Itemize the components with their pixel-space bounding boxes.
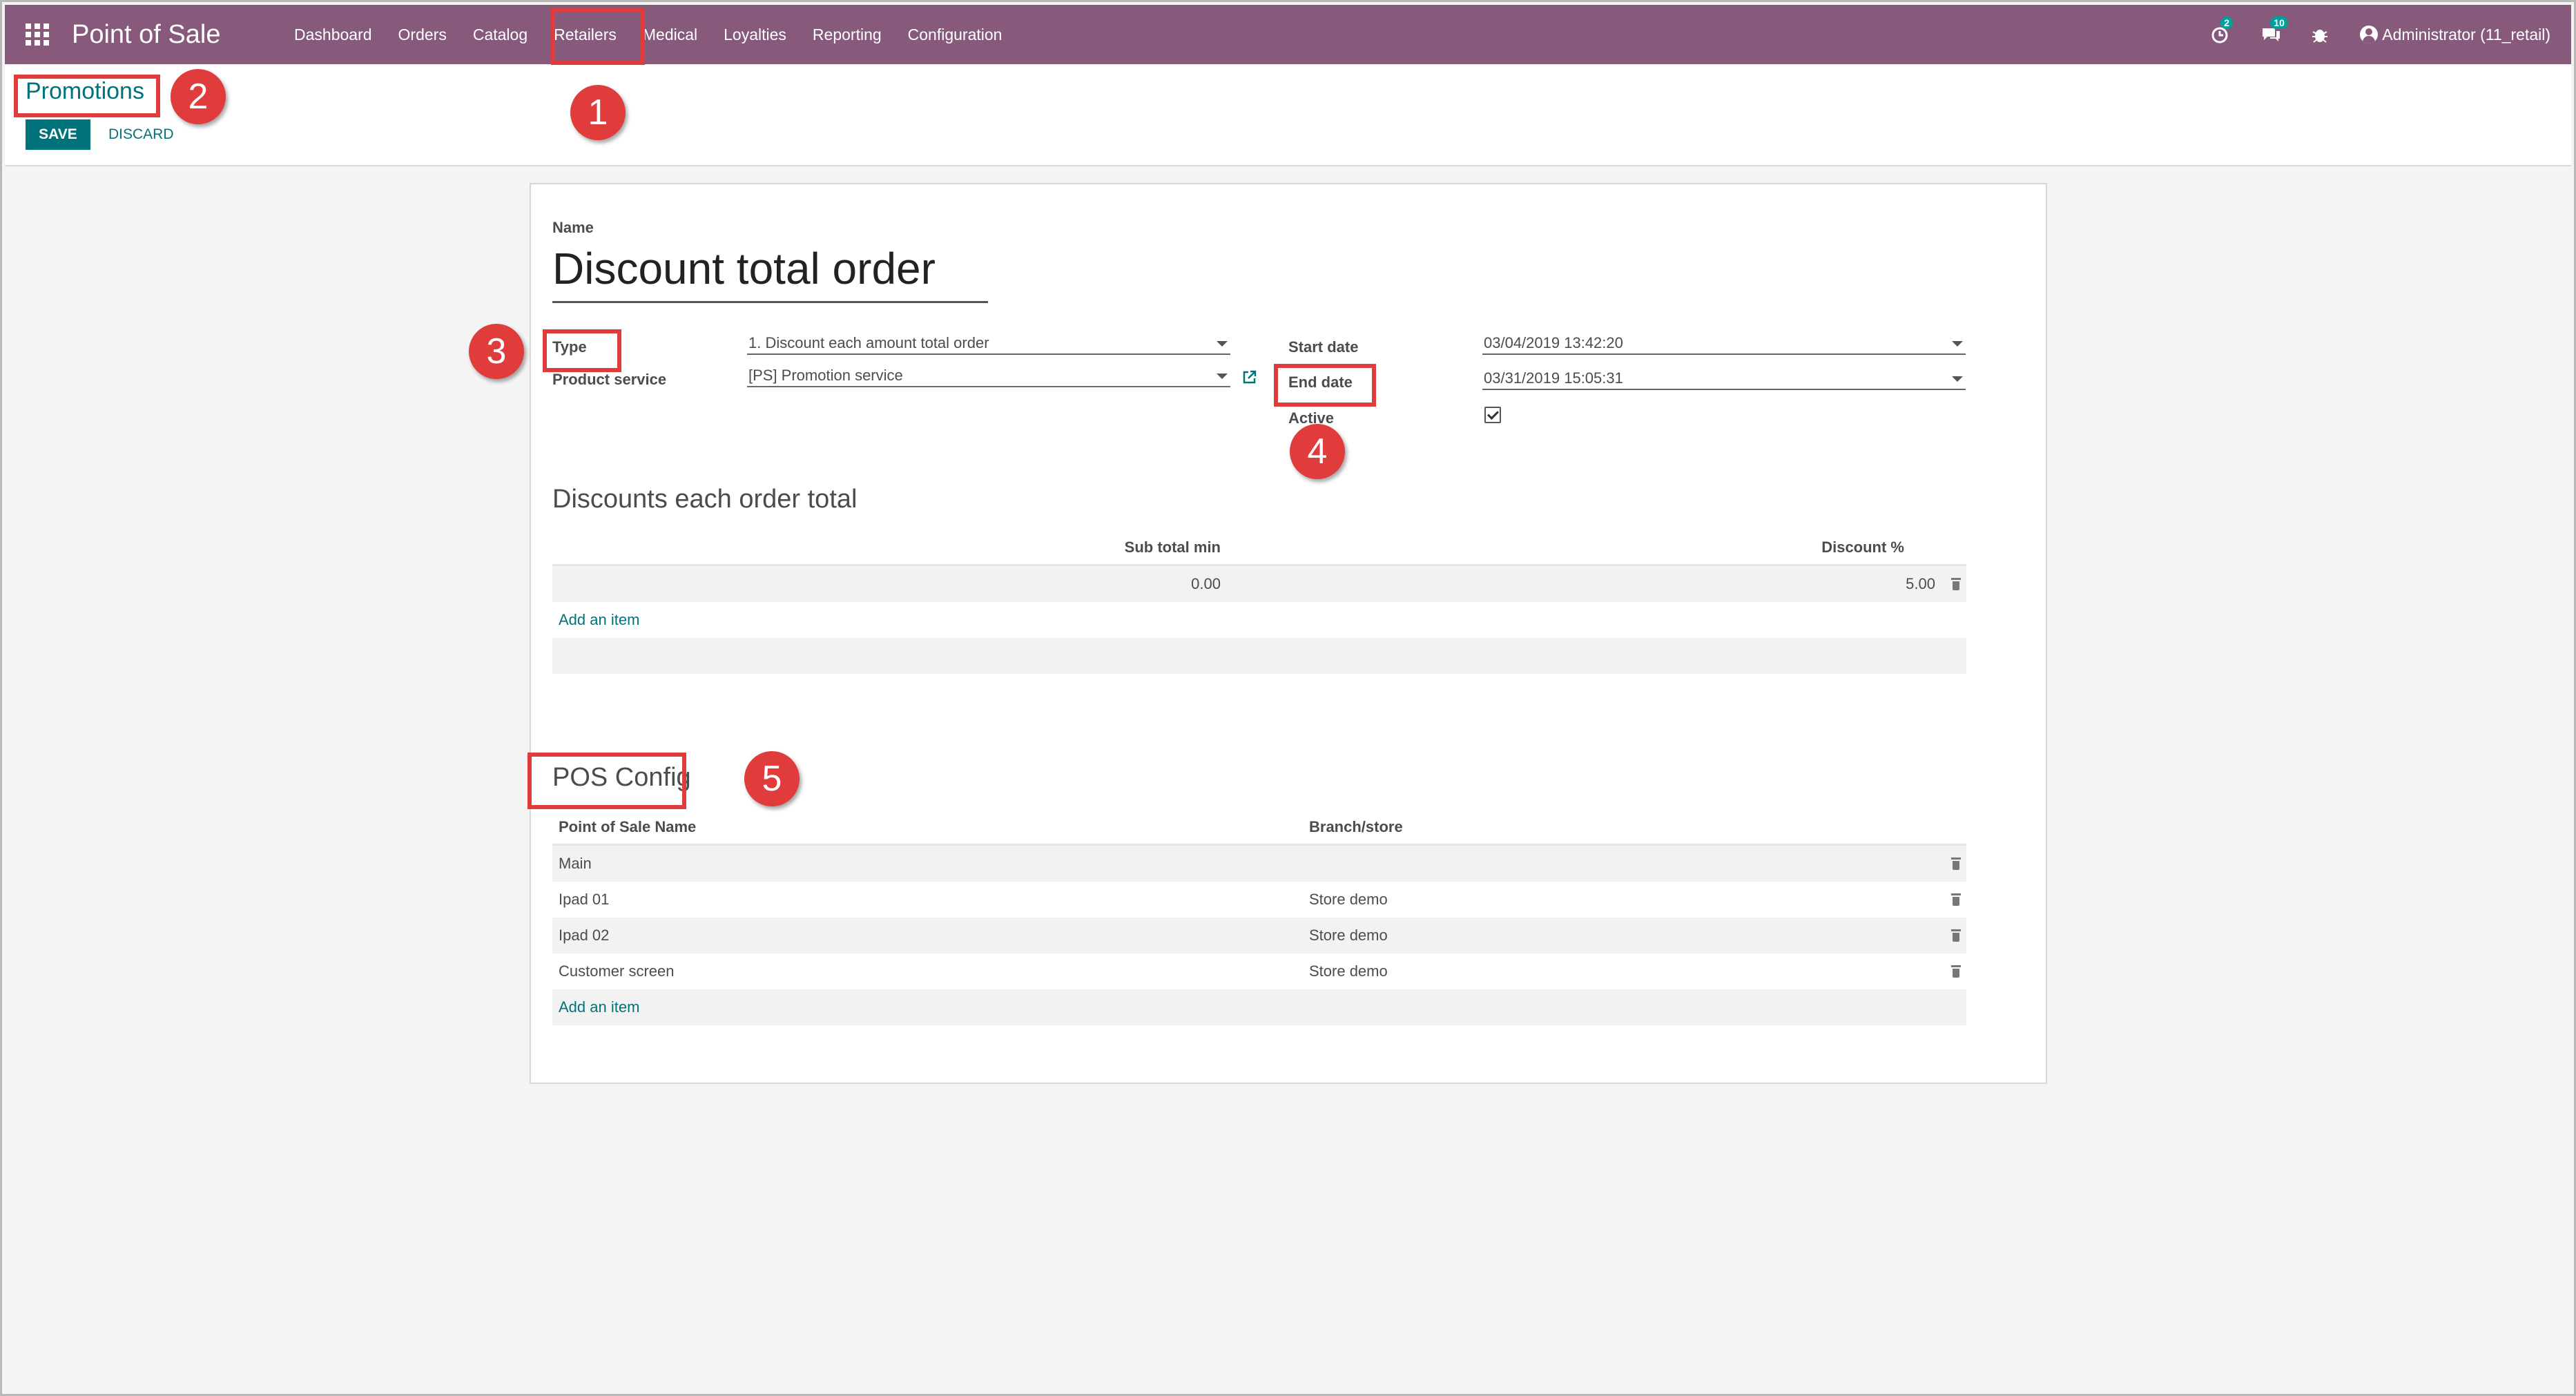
type-select[interactable]: 1. Discount each amount total order <box>747 333 1230 355</box>
start-date-field[interactable]: 03/04/2019 13:42:20 <box>1482 333 1966 355</box>
app-title[interactable]: Point of Sale <box>72 5 220 64</box>
pos-name-cell[interactable]: Ipad 01 <box>559 882 609 918</box>
trash-icon[interactable] <box>1951 929 1961 942</box>
trash-icon[interactable] <box>1951 857 1961 870</box>
menu-loyalties[interactable]: Loyalties <box>710 5 800 64</box>
annotation-highlight-end-date <box>1274 364 1376 407</box>
active-checkbox[interactable] <box>1484 407 1501 423</box>
activity-badge: 2 <box>2220 17 2234 29</box>
add-item-row: Add an item <box>552 989 1966 1025</box>
add-discount-item-link[interactable]: Add an item <box>559 602 639 638</box>
start-date-label: Start date <box>1288 338 1359 356</box>
annotation-marker-2: 2 <box>171 69 226 124</box>
column-pos-name[interactable]: Point of Sale Name <box>559 809 696 845</box>
table-row[interactable]: Ipad 02 Store demo <box>552 918 1966 953</box>
menu-dashboard[interactable]: Dashboard <box>281 5 385 64</box>
end-date-value: 03/31/2019 15:05:31 <box>1484 369 1623 387</box>
menu-orders[interactable]: Orders <box>385 5 460 64</box>
branch-cell[interactable]: Store demo <box>1309 882 1388 918</box>
annotation-marker-5: 5 <box>744 751 800 806</box>
control-panel: Promotions SAVE DISCARD <box>5 64 2571 166</box>
pos-name-cell[interactable]: Ipad 02 <box>559 918 609 953</box>
form-sheet: Name Discount total order Type 1. Discou… <box>530 183 2047 1084</box>
discount-cell[interactable]: 5.00 <box>1906 566 1935 602</box>
debug-bug-icon[interactable] <box>2310 25 2330 44</box>
add-pos-config-item-link[interactable]: Add an item <box>559 989 639 1025</box>
table-row[interactable]: Ipad 01 Store demo <box>552 882 1966 918</box>
table-row[interactable]: 0.00 5.00 <box>552 566 1966 602</box>
table-row <box>552 638 1966 674</box>
table-row[interactable]: Customer screen Store demo <box>552 953 1966 989</box>
product-service-value: [PS] Promotion service <box>748 367 903 384</box>
activity-clock-icon[interactable]: 2 <box>2211 17 2234 44</box>
discard-button[interactable]: DISCARD <box>108 119 174 150</box>
annotation-marker-3: 3 <box>469 324 524 379</box>
end-date-field[interactable]: 03/31/2019 15:05:31 <box>1482 368 1966 390</box>
annotation-highlight-type <box>543 329 621 372</box>
menu-catalog[interactable]: Catalog <box>460 5 541 64</box>
annotation-highlight-retailers <box>551 8 645 65</box>
table-header: Point of Sale Name Branch/store <box>552 809 1966 846</box>
app-switcher-icon[interactable] <box>26 23 50 46</box>
user-menu[interactable]: Administrator (11_retail) <box>2360 26 2550 44</box>
chevron-down-icon <box>1952 376 1963 382</box>
chevron-down-icon <box>1952 341 1963 347</box>
messages-icon[interactable]: 10 <box>2260 17 2288 44</box>
trash-icon[interactable] <box>1951 578 1961 590</box>
user-name: Administrator (11_retail) <box>2382 25 2550 43</box>
column-branch-store[interactable]: Branch/store <box>1309 809 1403 845</box>
product-service-select[interactable]: [PS] Promotion service <box>747 365 1230 387</box>
discounts-section-title: Discounts each order total <box>552 485 858 514</box>
messages-badge: 10 <box>2270 17 2288 29</box>
chevron-down-icon <box>1217 374 1228 379</box>
menu-configuration[interactable]: Configuration <box>895 5 1016 64</box>
pos-name-cell[interactable]: Customer screen <box>559 953 675 989</box>
top-navbar: Point of Sale Dashboard Orders Catalog R… <box>5 5 2571 64</box>
column-discount-percent[interactable]: Discount % <box>1821 530 1904 565</box>
menu-reporting[interactable]: Reporting <box>800 5 895 64</box>
subtotal-min-cell[interactable]: 0.00 <box>1191 566 1221 602</box>
type-value: 1. Discount each amount total order <box>748 334 989 351</box>
save-button[interactable]: SAVE <box>26 119 90 150</box>
start-date-value: 03/04/2019 13:42:20 <box>1484 334 1623 351</box>
branch-cell[interactable]: Store demo <box>1309 953 1388 989</box>
product-service-label: Product service <box>552 371 667 388</box>
column-sub-total-min[interactable]: Sub total min <box>1125 530 1221 565</box>
table-row[interactable]: Main <box>552 846 1966 882</box>
annotation-highlight-pos-config <box>527 753 686 809</box>
chevron-down-icon <box>1217 341 1228 347</box>
name-field[interactable]: Discount total order <box>552 241 988 303</box>
main-menu: Dashboard Orders Catalog Retailers Medic… <box>281 5 1015 64</box>
branch-cell[interactable]: Store demo <box>1309 918 1388 953</box>
external-link-icon[interactable] <box>1242 369 1257 385</box>
table-header: Sub total min Discount % <box>552 530 1966 566</box>
name-label: Name <box>552 219 594 236</box>
annotation-highlight-promotions <box>14 75 160 117</box>
add-item-row: Add an item <box>552 602 1966 638</box>
annotation-marker-4: 4 <box>1290 424 1345 479</box>
pos-name-cell[interactable]: Main <box>559 846 592 882</box>
avatar <box>2360 26 2379 43</box>
trash-icon[interactable] <box>1951 965 1961 978</box>
systray: 2 10 Administrator (11_retail) <box>2211 5 2550 64</box>
annotation-marker-1: 1 <box>570 85 626 140</box>
trash-icon[interactable] <box>1951 893 1961 906</box>
